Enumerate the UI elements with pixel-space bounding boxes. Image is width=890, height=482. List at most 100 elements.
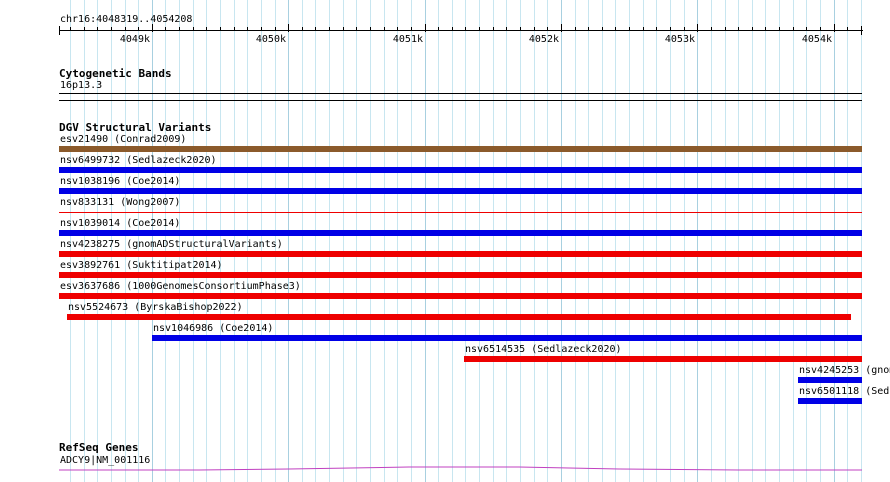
grid-line xyxy=(656,0,658,482)
sv-feature-label[interactable]: nsv4245253 (gnom xyxy=(799,365,890,377)
sv-feature-bar[interactable] xyxy=(798,398,862,404)
ruler-minor-tick xyxy=(534,27,535,31)
ruler-major-tick xyxy=(152,24,153,32)
grid-line xyxy=(301,0,303,482)
ruler-minor-tick xyxy=(806,27,807,31)
refseq-gene-model[interactable] xyxy=(59,462,862,474)
grid-line xyxy=(833,0,835,482)
grid-line xyxy=(383,0,385,482)
sv-feature-label[interactable]: nsv5524673 (ByrskaBishop2022) xyxy=(68,302,243,314)
track-separator xyxy=(59,100,862,101)
ruler-tick-label: 4051k xyxy=(392,34,423,45)
grid-line xyxy=(601,0,603,482)
sv-feature-label[interactable]: nsv1039014 (Coe2014) xyxy=(60,218,180,230)
ruler-major-tick xyxy=(288,24,289,32)
ruler-minor-tick xyxy=(125,27,126,31)
ruler-minor-tick xyxy=(179,27,180,31)
grid-line xyxy=(438,0,440,482)
grid-line xyxy=(560,0,562,482)
grid-line xyxy=(315,0,317,482)
cytoband-label: 16p13.3 xyxy=(60,80,103,91)
sv-feature-bar[interactable] xyxy=(59,146,862,152)
grid-line xyxy=(683,0,685,482)
grid-line xyxy=(779,0,781,482)
ruler-tick-label: 4050k xyxy=(255,34,286,45)
sv-feature-label[interactable]: nsv6499732 (Sedlazeck2020) xyxy=(60,155,217,167)
ruler-minor-tick xyxy=(438,27,439,31)
ruler-minor-tick xyxy=(629,27,630,31)
ruler-minor-tick xyxy=(275,27,276,31)
sv-feature-label[interactable]: nsv1046986 (Coe2014) xyxy=(153,323,273,335)
grid-line xyxy=(397,0,399,482)
sv-feature-bar[interactable] xyxy=(59,167,862,173)
cytoband-band[interactable] xyxy=(59,93,862,94)
grid-line xyxy=(329,0,331,482)
grid-line xyxy=(765,0,767,482)
sv-feature-label[interactable]: esv3637686 (1000GenomesConsortiumPhase3) xyxy=(60,281,301,293)
grid-line xyxy=(520,0,522,482)
sv-feature-label[interactable]: nsv833131 (Wong2007) xyxy=(60,197,180,209)
sv-feature-bar[interactable] xyxy=(59,188,862,194)
sv-feature-bar[interactable] xyxy=(464,356,862,362)
grid-line xyxy=(506,0,508,482)
grid-line xyxy=(710,0,712,482)
cytoband-track-title[interactable]: Cytogenetic Bands xyxy=(59,68,172,80)
ruler-minor-tick xyxy=(70,27,71,31)
ruler-minor-tick xyxy=(725,27,726,31)
sv-feature-label[interactable]: esv3892761 (Suktitipat2014) xyxy=(60,260,223,272)
sv-feature-bar[interactable] xyxy=(59,212,862,213)
dgv-track-title[interactable]: DGV Structural Variants xyxy=(59,122,211,134)
position-label: chr16:4048319..4054208 xyxy=(60,14,193,25)
ruler-minor-tick xyxy=(411,27,412,31)
sv-feature-label[interactable]: esv21490 (Conrad2009) xyxy=(60,134,186,146)
ruler-minor-tick xyxy=(397,27,398,31)
grid-line xyxy=(479,0,481,482)
ruler-minor-tick xyxy=(520,27,521,31)
ruler-minor-tick xyxy=(234,27,235,31)
grid-line xyxy=(288,0,290,482)
sv-feature-label[interactable]: nsv1038196 (Coe2014) xyxy=(60,176,180,188)
grid-line xyxy=(670,0,671,482)
sv-feature-bar[interactable] xyxy=(59,272,862,278)
ruler-minor-tick xyxy=(329,27,330,31)
grid-line xyxy=(615,0,617,482)
sv-feature-label[interactable]: nsv6514535 (Sedlazeck2020) xyxy=(465,344,622,356)
ruler-minor-tick xyxy=(588,27,589,31)
ruler-minor-tick xyxy=(656,27,657,31)
ruler-major-tick xyxy=(834,24,835,32)
ruler-minor-tick xyxy=(193,27,194,31)
sv-feature-bar[interactable] xyxy=(152,335,862,341)
grid-line xyxy=(697,0,699,482)
ruler-minor-tick xyxy=(779,27,780,31)
ruler-minor-tick xyxy=(370,27,371,31)
ruler-major-tick xyxy=(425,24,426,32)
ruler-minor-tick xyxy=(206,27,207,31)
sv-feature-label[interactable]: nsv6501118 (Sedl xyxy=(799,386,890,398)
ruler-minor-tick xyxy=(602,27,603,31)
ruler-tick-label: 4054k xyxy=(801,34,832,45)
ruler-minor-tick xyxy=(765,27,766,31)
ruler-minor-tick xyxy=(820,27,821,31)
sv-feature-bar[interactable] xyxy=(798,377,862,383)
sv-feature-bar[interactable] xyxy=(59,293,862,299)
ruler-minor-tick xyxy=(247,27,248,31)
ruler-minor-tick xyxy=(684,27,685,31)
grid-line xyxy=(642,0,644,482)
ruler-minor-tick xyxy=(220,27,221,31)
ruler-minor-tick xyxy=(793,27,794,31)
genome-browser: chr16:4048319..4054208 4049k 4050k 4051k 40… xyxy=(0,0,890,482)
sv-feature-label[interactable]: nsv4238275 (gnomADStructuralVariants) xyxy=(60,239,283,251)
sv-feature-bar[interactable] xyxy=(67,314,851,320)
ruler-minor-tick xyxy=(315,27,316,31)
refseq-track-title[interactable]: RefSeq Genes xyxy=(59,442,138,454)
grid-line xyxy=(574,0,576,482)
grid-line xyxy=(342,0,344,482)
ruler-tick-label: 4053k xyxy=(664,34,695,45)
sv-feature-bar[interactable] xyxy=(59,230,862,236)
grid-line xyxy=(370,0,372,482)
ruler-minor-tick xyxy=(711,27,712,31)
sv-feature-bar[interactable] xyxy=(59,251,862,257)
ruler-minor-tick xyxy=(465,27,466,31)
ruler-minor-tick xyxy=(356,27,357,31)
ruler-minor-tick xyxy=(643,27,644,31)
